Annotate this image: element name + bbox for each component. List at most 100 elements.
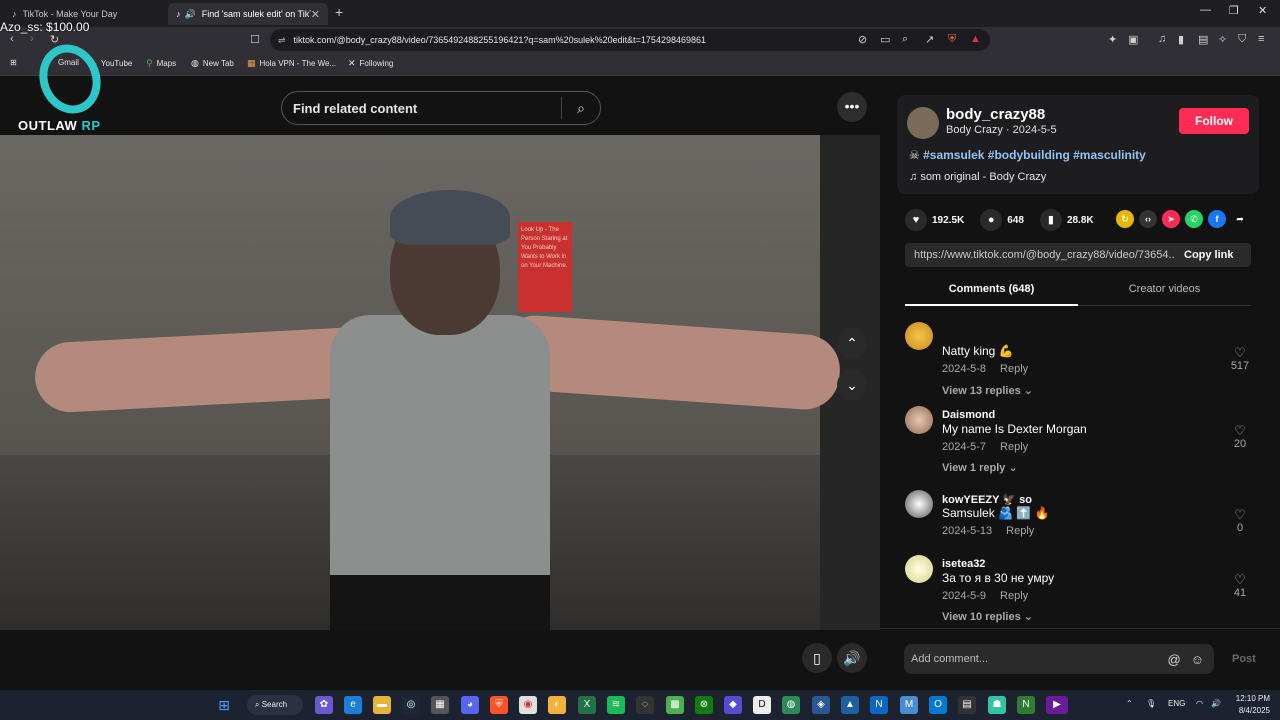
comment-list[interactable]: Natty king 💪 2024-5-8 Reply View 13 repli… bbox=[880, 316, 1280, 628]
view-replies-button[interactable]: View 1 reply ⌄ bbox=[942, 461, 1018, 474]
tab-creator-videos[interactable]: Creator videos bbox=[1078, 280, 1251, 295]
fox-app-icon[interactable]: ▲ bbox=[841, 696, 859, 714]
heart-outline-icon[interactable]: ♡ bbox=[1225, 508, 1255, 522]
cast-icon[interactable]: ▭ bbox=[880, 33, 890, 46]
comment-avatar[interactable] bbox=[905, 322, 933, 350]
app-icon[interactable]: ◐ bbox=[548, 696, 566, 714]
facebook-icon[interactable]: f bbox=[1208, 210, 1226, 228]
new-tab-button[interactable]: + bbox=[335, 4, 343, 20]
music-link[interactable]: ♫ som original - Body Crazy bbox=[909, 171, 1046, 183]
wifi-icon[interactable]: ◠ bbox=[1196, 699, 1203, 708]
edge-icon[interactable]: e bbox=[344, 696, 362, 714]
tray-chevron-icon[interactable]: ⌃ bbox=[1126, 699, 1133, 708]
add-comment-input[interactable]: Add comment... @ ☺ bbox=[904, 644, 1214, 674]
previous-video-button[interactable]: ⌃ bbox=[837, 328, 867, 358]
embed-icon[interactable]: ‹› bbox=[1139, 210, 1157, 228]
file-explorer-icon[interactable]: ▬ bbox=[373, 696, 391, 714]
brave-rewards-icon[interactable]: ▲ bbox=[970, 33, 981, 45]
next-app-icon[interactable]: ▶ bbox=[1046, 696, 1068, 714]
bookmark-save-icon[interactable]: ▮ bbox=[1039, 209, 1062, 231]
author-avatar[interactable] bbox=[907, 107, 939, 139]
m-app-icon[interactable]: M bbox=[900, 696, 918, 714]
brave-shield-icon[interactable]: ⛨ bbox=[948, 33, 956, 46]
loading-app-icon[interactable]: ◌ bbox=[636, 696, 654, 714]
like-stat[interactable]: ♥ 192.5K bbox=[905, 209, 964, 231]
reply-button[interactable]: Reply bbox=[1006, 525, 1034, 537]
mention-icon[interactable]: @ bbox=[1168, 652, 1181, 667]
comment-like[interactable]: ♡ 517 bbox=[1225, 346, 1255, 373]
xbox-icon[interactable]: ⊗ bbox=[695, 696, 713, 714]
heart-icon[interactable]: ♥ bbox=[905, 209, 927, 231]
bookmark-hola-vpn[interactable]: ▦ Hola VPN - The We... bbox=[247, 58, 336, 69]
reply-button[interactable]: Reply bbox=[1000, 441, 1028, 453]
reply-button[interactable]: Reply bbox=[1000, 590, 1028, 602]
wallet-icon[interactable]: ▤ bbox=[1198, 33, 1208, 46]
follow-button[interactable]: Follow bbox=[1179, 108, 1249, 134]
n-app-icon[interactable]: N bbox=[870, 696, 888, 714]
close-tab-icon[interactable]: ✕ bbox=[311, 8, 320, 21]
comment-username[interactable]: isetea32 bbox=[942, 558, 985, 570]
heart-outline-icon[interactable]: ♡ bbox=[1225, 573, 1255, 587]
game-icon[interactable]: ◆ bbox=[724, 696, 742, 714]
bookmark-following[interactable]: ✕ Following bbox=[348, 58, 393, 69]
search-input[interactable]: Find related content bbox=[293, 101, 561, 116]
reader-icon[interactable]: ▣ bbox=[1128, 33, 1138, 46]
comment-username[interactable]: kowYEEZY 🦅 so bbox=[942, 493, 1032, 506]
comment-like[interactable]: ♡ 0 bbox=[1225, 508, 1255, 535]
emoji-icon[interactable]: ☺ bbox=[1191, 652, 1204, 667]
comment-like[interactable]: ♡ 20 bbox=[1225, 424, 1255, 451]
copy-link-button[interactable]: Copy link bbox=[1175, 249, 1234, 261]
volume-tray-icon[interactable]: 🔊 bbox=[1211, 699, 1221, 708]
view-replies-button[interactable]: View 13 replies ⌄ bbox=[942, 384, 1033, 397]
volume-button[interactable]: 🔊 bbox=[837, 643, 867, 673]
system-clock[interactable]: 12:10 PM 8/4/2025 bbox=[1232, 693, 1270, 717]
site-info-icon[interactable]: ⇌ bbox=[278, 35, 286, 46]
whatsapp-icon[interactable]: ✆ bbox=[1185, 210, 1203, 228]
comment-like[interactable]: ♡ 41 bbox=[1225, 573, 1255, 600]
bookmark-maps[interactable]: ⚲ Maps bbox=[146, 58, 176, 69]
media-icon[interactable]: ♫ bbox=[1158, 33, 1166, 45]
nb-app-icon[interactable]: N bbox=[1017, 696, 1035, 714]
comment-avatar[interactable] bbox=[905, 490, 933, 518]
repost-icon[interactable]: ↻ bbox=[1116, 210, 1134, 228]
copilot-icon[interactable]: ✿ bbox=[315, 696, 333, 714]
restore-icon[interactable]: ❐ bbox=[1229, 4, 1239, 17]
video-hashtags[interactable]: ☠ #samsulek #bodybuilding #masculinity bbox=[909, 148, 1146, 162]
heart-outline-icon[interactable]: ♡ bbox=[1225, 424, 1255, 438]
video-player[interactable]: Look Up - The Person Staring at You Prob… bbox=[0, 135, 880, 630]
taskbar-search[interactable]: ⌕ Search bbox=[247, 695, 303, 715]
share-page-icon[interactable]: ↗ bbox=[925, 33, 934, 46]
chrome-icon[interactable]: ◉ bbox=[519, 696, 537, 714]
dc-app-icon[interactable]: D bbox=[753, 696, 771, 714]
next-video-button[interactable]: ⌄ bbox=[837, 370, 867, 400]
windows-start-icon[interactable]: ⊞ bbox=[215, 696, 233, 714]
pip-button[interactable]: ▯ bbox=[802, 643, 832, 673]
vpn-icon[interactable]: ⛉ bbox=[1238, 33, 1246, 46]
excel-icon[interactable]: X bbox=[578, 696, 596, 714]
brave-icon[interactable]: ⛨ bbox=[490, 696, 508, 714]
menu-icon[interactable]: ≡ bbox=[1258, 33, 1264, 45]
comment-avatar[interactable] bbox=[905, 406, 933, 434]
store-icon[interactable]: ▦ bbox=[431, 696, 449, 714]
zoom-icon[interactable]: ⌕ bbox=[902, 33, 908, 46]
minecraft-icon[interactable]: ▩ bbox=[666, 696, 684, 714]
globe-app-icon[interactable]: ◍ bbox=[782, 696, 800, 714]
spotify-icon[interactable]: ≋ bbox=[607, 696, 625, 714]
post-button[interactable]: Post bbox=[1232, 653, 1256, 665]
comment-username[interactable]: Daismond bbox=[942, 409, 995, 421]
reply-button[interactable]: Reply bbox=[1000, 363, 1028, 375]
tab-comments[interactable]: Comments (648) bbox=[905, 280, 1078, 306]
related-search-box[interactable]: Find related content ⌕ bbox=[281, 91, 601, 125]
shield-app-icon[interactable]: ◈ bbox=[812, 696, 830, 714]
outlook-icon[interactable]: O bbox=[929, 696, 947, 714]
save-stat[interactable]: ▮ 28.8K bbox=[1039, 209, 1094, 231]
bookmark-new-tab[interactable]: ◍ New Tab bbox=[191, 58, 234, 69]
close-window-icon[interactable]: ✕ bbox=[1258, 4, 1267, 17]
extensions-icon[interactable]: ✦ bbox=[1108, 33, 1117, 46]
minimize-icon[interactable]: — bbox=[1200, 4, 1211, 16]
leo-icon[interactable]: ✧ bbox=[1218, 33, 1227, 46]
translate-icon[interactable]: ⊘ bbox=[858, 33, 867, 46]
send-icon[interactable]: ➤ bbox=[1162, 210, 1180, 228]
tab-tiktok-search[interactable]: ♪ 🔊 Find 'sam sulek edit' on TikTok ✕ bbox=[168, 3, 328, 25]
sidebar-icon[interactable]: ▮ bbox=[1178, 33, 1184, 46]
